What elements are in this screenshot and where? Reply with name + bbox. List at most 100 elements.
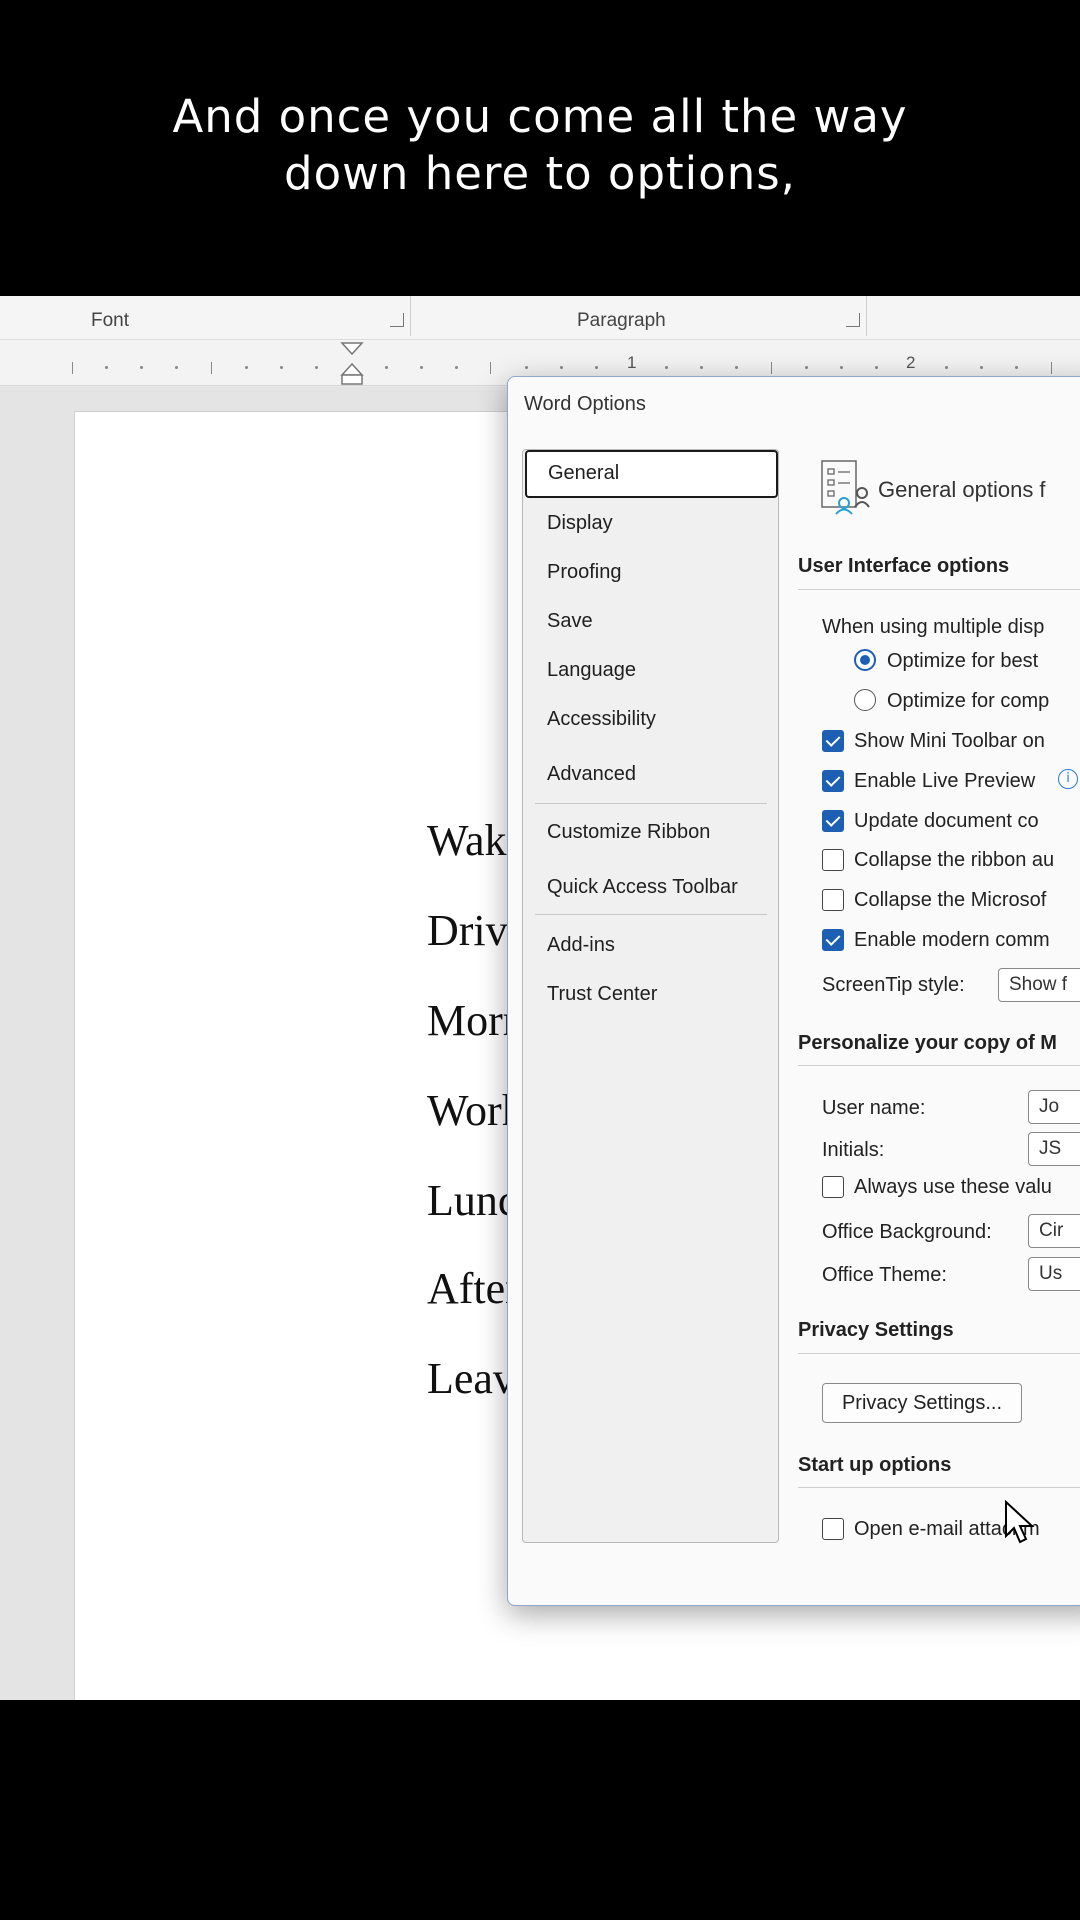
nav-item-general[interactable]: General [525,450,778,498]
open-email-checkbox[interactable] [822,1518,844,1540]
ruler-dot [980,366,983,369]
section-privacy: Privacy Settings [798,1319,954,1341]
font-dialog-launcher-icon[interactable] [390,313,404,327]
ruler-number: 1 [627,353,637,372]
ruler-dot [105,366,108,369]
ruler-dot [455,366,458,369]
modern-comments-checkbox[interactable] [822,929,844,951]
modern-comments-label[interactable]: Enable modern comm [854,929,1050,952]
mini-toolbar-label[interactable]: Show Mini Toolbar on [854,730,1045,753]
nav-item-language[interactable]: Language [523,646,780,694]
general-options-icon [821,460,870,515]
ruler-dot [560,366,563,369]
office-background-select[interactable]: Cir [1028,1214,1080,1248]
nav-item-customize-ribbon[interactable]: Customize Ribbon [523,808,780,856]
ruler-dot [525,366,528,369]
paragraph-dialog-launcher-icon[interactable] [846,313,860,327]
nav-item-display[interactable]: Display [523,499,780,547]
word-options-dialog: Word Options General Display Proofing Sa… [507,376,1080,1606]
ruler-number: 2 [906,353,916,372]
ruler-dot [595,366,598,369]
privacy-settings-button[interactable]: Privacy Settings... [822,1383,1022,1423]
live-preview-checkbox[interactable] [822,770,844,792]
nav-separator [535,803,767,804]
ruler-tick [72,362,73,374]
always-use-label[interactable]: Always use these valu [854,1176,1052,1199]
optimize-compat-label[interactable]: Optimize for comp [887,690,1049,713]
ruler-tick [771,362,772,374]
mini-toolbar-checkbox[interactable] [822,730,844,752]
collapse-microsoft-checkbox[interactable] [822,889,844,911]
username-field[interactable]: Jo [1028,1090,1080,1124]
ruler-dot [420,366,423,369]
caption-line-1: And once you come all the way [172,90,908,143]
section-rule [798,1487,1080,1488]
ruler-dot [700,366,703,369]
ribbon-group-paragraph: Paragraph [577,310,666,331]
video-caption: And once you come all the way down here … [0,88,1080,202]
username-label: User name: [822,1097,926,1119]
update-document-label[interactable]: Update document co [854,810,1039,833]
ruler-dot [805,366,808,369]
ruler-dot [945,366,948,369]
ruler-dot [735,366,738,369]
multi-display-label: When using multiple disp [822,616,1045,638]
nav-item-trust-center[interactable]: Trust Center [523,970,780,1018]
ruler-dot [315,366,318,369]
ruler-tick [211,362,212,374]
nav-separator [535,914,767,915]
section-ui-options: User Interface options [798,555,1010,577]
office-theme-select[interactable]: Us [1028,1257,1080,1291]
collapse-ribbon-checkbox[interactable] [822,849,844,871]
initials-field[interactable]: JS [1028,1132,1080,1166]
ruler-dot [175,366,178,369]
initials-label: Initials: [822,1139,885,1161]
optimize-best-radio[interactable] [854,649,876,671]
section-rule [798,589,1080,590]
ruler-dot [875,366,878,369]
ribbon-separator [866,296,867,336]
screentip-style-label: ScreenTip style: [822,974,965,996]
ruler-dot [840,366,843,369]
ruler-dot [280,366,283,369]
live-preview-label[interactable]: Enable Live Preview [854,770,1035,793]
options-nav: General Display Proofing Save Language A… [522,449,779,1543]
caption-line-2: down here to options, [284,147,796,200]
ruler-dot [245,366,248,369]
indent-marker-icon[interactable] [340,340,364,386]
section-rule [798,1065,1080,1066]
office-theme-label: Office Theme: [822,1264,947,1286]
dialog-title: Word Options [524,393,646,415]
options-content: General options f User Interface options… [798,449,1080,1543]
update-document-checkbox[interactable] [822,810,844,832]
general-options-header: General options f [878,477,1046,502]
mouse-cursor-icon [1005,1500,1035,1544]
collapse-microsoft-label[interactable]: Collapse the Microsof [854,889,1046,912]
optimize-best-label[interactable]: Optimize for best [887,650,1038,673]
nav-item-proofing[interactable]: Proofing [523,548,780,596]
section-startup: Start up options [798,1454,952,1476]
ruler-tick [1051,362,1052,374]
optimize-compat-radio[interactable] [854,689,876,711]
ruler-tick [490,362,491,374]
info-icon[interactable]: i [1058,769,1078,789]
ribbon-separator [410,296,411,336]
nav-item-quick-access-toolbar[interactable]: Quick Access Toolbar [523,863,780,911]
letterbox-bottom [0,1700,1080,1920]
screentip-style-select[interactable]: Show f [998,968,1080,1002]
section-personalize: Personalize your copy of M [798,1032,1057,1054]
ruler-dot [140,366,143,369]
ruler-dot [1015,366,1018,369]
ruler-dot [665,366,668,369]
collapse-ribbon-label[interactable]: Collapse the ribbon au [854,849,1054,872]
ribbon-group-font: Font [91,310,130,331]
nav-item-add-ins[interactable]: Add-ins [523,921,780,969]
nav-item-accessibility[interactable]: Accessibility [523,695,780,743]
ribbon-group-labels: Font Paragraph [0,296,1080,340]
ruler-dot [385,366,388,369]
nav-item-advanced[interactable]: Advanced [523,750,780,798]
always-use-checkbox[interactable] [822,1176,844,1198]
office-background-label: Office Background: [822,1221,992,1243]
nav-item-save[interactable]: Save [523,597,780,645]
section-rule [798,1353,1080,1354]
